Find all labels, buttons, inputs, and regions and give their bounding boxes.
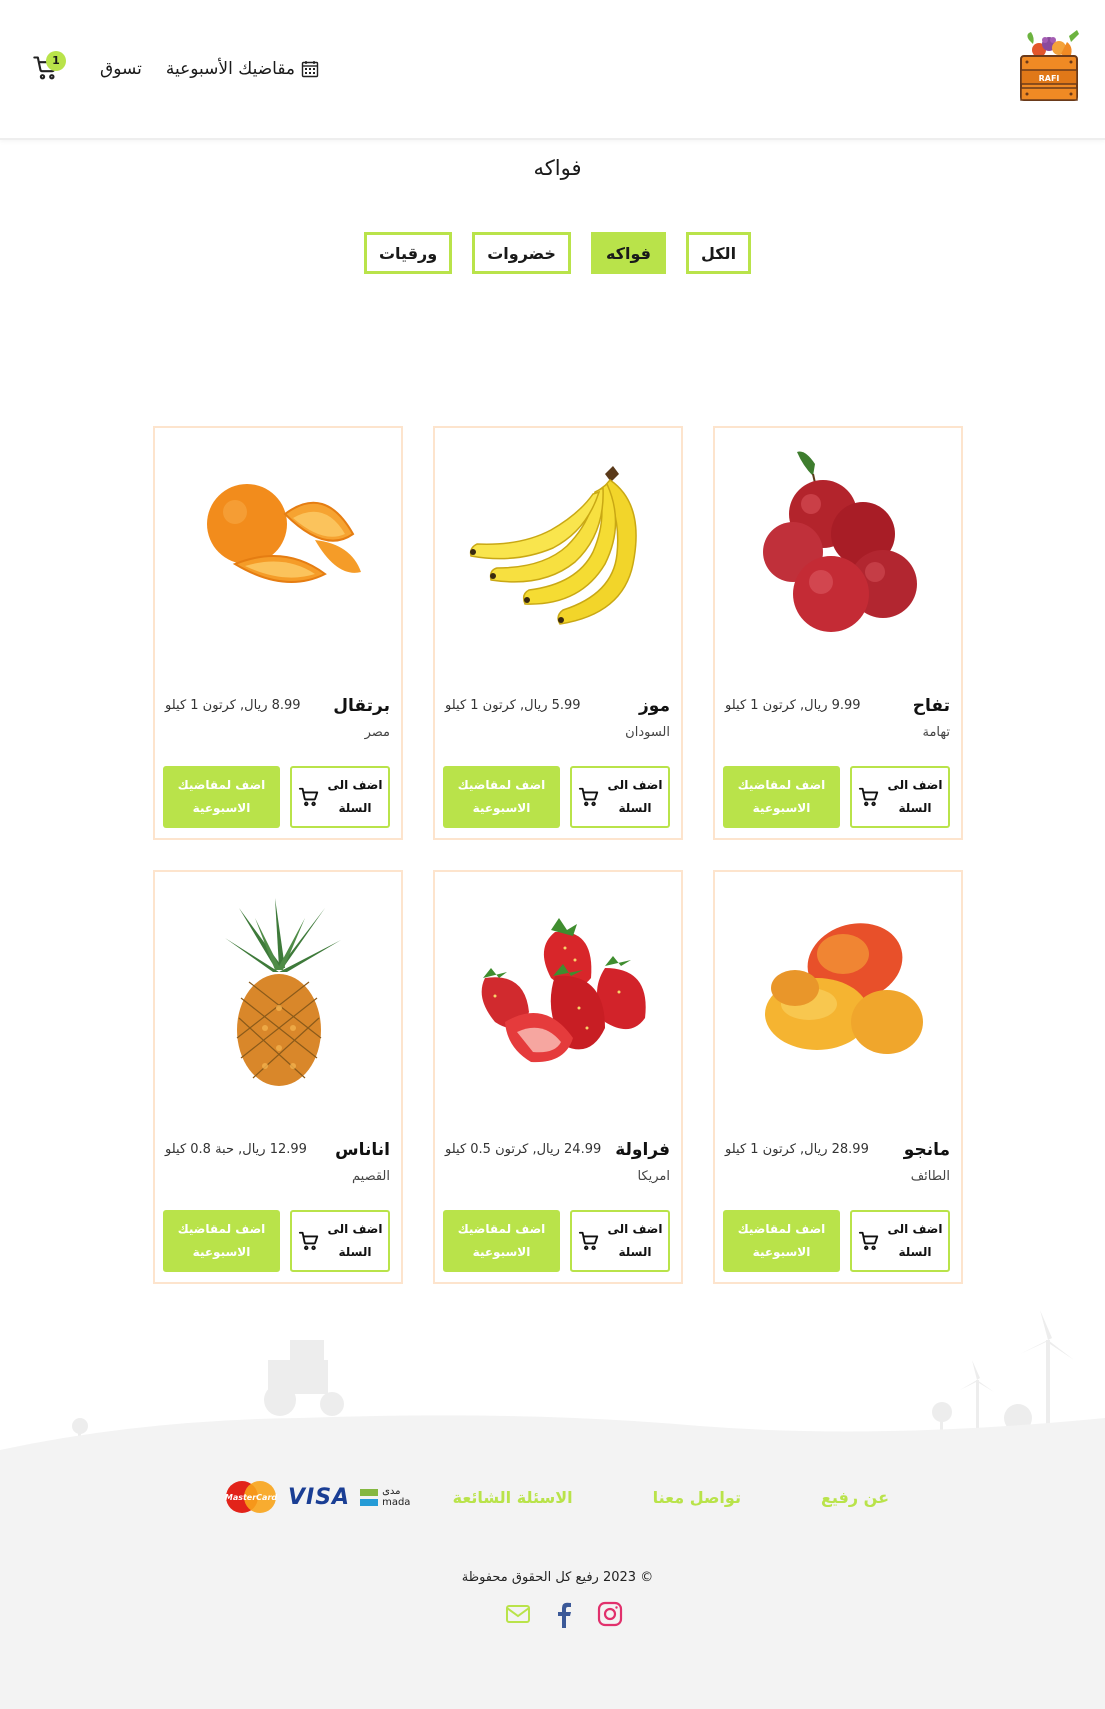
category-filters: الكل فواكه خضروات ورقيات (0, 232, 1105, 274)
filter-all[interactable]: الكل (685, 232, 752, 274)
mada-arabic-text: مدى (382, 1486, 401, 1497)
add-to-cart-label: اضف الى السلة (887, 778, 943, 815)
mango-image (765, 923, 923, 1054)
facebook-icon[interactable] (550, 1600, 578, 1628)
page-title: فواكه (533, 156, 582, 180)
product-price: 8.99 ريال, كرتون 1 كيلو (165, 698, 301, 713)
product-price: 28.99 ريال, كرتون 1 كيلو (725, 1142, 869, 1157)
site-header: 1 تسوق مقاضيك الأسبوعية RAFI (0, 0, 1105, 140)
cart-icon (578, 1231, 598, 1251)
nav-weekly-label: مقاضيك الأسبوعية (165, 59, 296, 79)
cart-icon (858, 787, 878, 807)
product-grid: تفاح 9.99 ريال, كرتون 1 كيلو تهامة اضف ا… (153, 426, 963, 1284)
main-nav: 1 تسوق مقاضيك الأسبوعية (32, 44, 319, 94)
logo-text: RAFI (1039, 74, 1060, 83)
product-card: موز 5.99 ريال, كرتون 1 كيلو السودان اضف … (433, 426, 683, 840)
add-to-cart-label: اضف الى السلة (607, 1222, 663, 1259)
footer-link-about[interactable]: عن رفيع (821, 1488, 889, 1507)
add-to-weekly-button[interactable]: اضف لمقاضيك الاسبوعية (443, 1210, 560, 1272)
mada-english-text: mada (382, 1497, 411, 1508)
product-name: اناناس (335, 1140, 390, 1160)
add-to-weekly-button[interactable]: اضف لمقاضيك الاسبوعية (723, 1210, 840, 1272)
instagram-icon[interactable] (596, 1600, 624, 1628)
product-price: 9.99 ريال, كرتون 1 كيلو (725, 698, 861, 713)
filter-leafy-greens[interactable]: ورقيات (363, 232, 453, 274)
calendar-icon (301, 61, 319, 78)
social-links (504, 1600, 624, 1628)
add-to-weekly-button[interactable]: اضف لمقاضيك الاسبوعية (163, 1210, 280, 1272)
product-name: مانجو (903, 1140, 950, 1160)
add-to-cart-button[interactable]: اضف الى السلة (290, 1210, 390, 1272)
copyright-text: © 2023 رفيع كل الحقوق محفوظة (461, 1570, 654, 1585)
footer-link-contact[interactable]: تواصل معنا (653, 1488, 741, 1507)
product-price: 24.99 ريال, كرتون 0.5 كيلو (445, 1142, 602, 1157)
product-name: برتقال (333, 696, 390, 716)
footer-link-faq[interactable]: الاسئلة الشائعة (453, 1488, 573, 1507)
cart-icon (298, 787, 318, 807)
add-to-cart-button[interactable]: اضف الى السلة (290, 766, 390, 828)
filter-vegetables[interactable]: خضروات (472, 232, 571, 274)
add-to-cart-label: اضف الى السلة (607, 778, 663, 815)
product-card: اناناس 12.99 ريال, حبة 0.8 كيلو القصيم ا… (153, 870, 403, 1284)
product-name: موز (639, 696, 670, 716)
add-to-cart-label: اضف الى السلة (327, 778, 383, 815)
add-to-cart-button[interactable]: اضف الى السلة (570, 766, 670, 828)
footer-links: عن رفيع تواصل معنا الاسئلة الشائعة (453, 1488, 889, 1507)
product-card: فراولة 24.99 ريال, كرتون 0.5 كيلو امريكا… (433, 870, 683, 1284)
cart-icon (578, 787, 598, 807)
add-to-cart-label: اضف الى السلة (327, 1222, 383, 1259)
svg-text:MasterCard: MasterCard (225, 1493, 278, 1502)
cart-icon (298, 1231, 318, 1251)
apple-image (763, 451, 917, 632)
cart-count-badge: 1 (46, 51, 66, 71)
add-to-weekly-label: اضف لمقاضيك الاسبوعية (177, 778, 266, 815)
add-to-weekly-label: اضف لمقاضيك الاسبوعية (457, 778, 546, 815)
product-price: 12.99 ريال, حبة 0.8 كيلو (165, 1142, 307, 1157)
add-to-weekly-label: اضف لمقاضيك الاسبوعية (457, 1222, 546, 1259)
cart-icon (858, 1231, 878, 1251)
add-to-weekly-label: اضف لمقاضيك الاسبوعية (177, 1222, 266, 1259)
add-to-weekly-label: اضف لمقاضيك الاسبوعية (737, 1222, 826, 1259)
product-card: تفاح 9.99 ريال, كرتون 1 كيلو تهامة اضف ا… (713, 426, 963, 840)
orange-image (207, 484, 361, 583)
banana-image (469, 466, 637, 625)
add-to-weekly-button[interactable]: اضف لمقاضيك الاسبوعية (723, 766, 840, 828)
add-to-weekly-button[interactable]: اضف لمقاضيك الاسبوعية (443, 766, 560, 828)
payment-methods: MasterCard VISA مدى mada (224, 1480, 410, 1514)
product-origin: امريكا (637, 1169, 670, 1184)
header-cart-button[interactable]: 1 (32, 51, 66, 84)
add-to-cart-button[interactable]: اضف الى السلة (850, 1210, 950, 1272)
product-card: برتقال 8.99 ريال, كرتون 1 كيلو مصر اضف ا… (153, 426, 403, 840)
pineapple-image (225, 898, 341, 1086)
add-to-cart-button[interactable]: اضف الى السلة (570, 1210, 670, 1272)
add-to-weekly-button[interactable]: اضف لمقاضيك الاسبوعية (163, 766, 280, 828)
mada-icon: مدى mada (360, 1486, 410, 1508)
visa-icon: VISA (288, 1484, 351, 1510)
rafi-logo[interactable]: RAFI (1007, 26, 1091, 110)
product-name: فراولة (615, 1140, 670, 1160)
product-origin: مصر (364, 725, 390, 740)
email-icon[interactable] (504, 1600, 532, 1628)
add-to-cart-button[interactable]: اضف الى السلة (850, 766, 950, 828)
mastercard-icon: MasterCard (225, 1481, 278, 1513)
strawberry-image (481, 918, 646, 1063)
product-origin: السودان (625, 725, 670, 740)
add-to-weekly-label: اضف لمقاضيك الاسبوعية (737, 778, 826, 815)
product-origin: القصيم (352, 1169, 390, 1184)
product-origin: تهامة (922, 725, 950, 740)
filter-fruits[interactable]: فواكه (590, 232, 666, 274)
product-origin: الطائف (910, 1169, 950, 1184)
product-price: 5.99 ريال, كرتون 1 كيلو (445, 698, 581, 713)
nav-shop[interactable]: تسوق (100, 59, 142, 79)
product-name: تفاح (912, 696, 950, 716)
add-to-cart-label: اضف الى السلة (887, 1222, 943, 1259)
product-card: مانجو 28.99 ريال, كرتون 1 كيلو الطائف اض… (713, 870, 963, 1284)
nav-weekly-groceries[interactable]: مقاضيك الأسبوعية (166, 59, 319, 79)
